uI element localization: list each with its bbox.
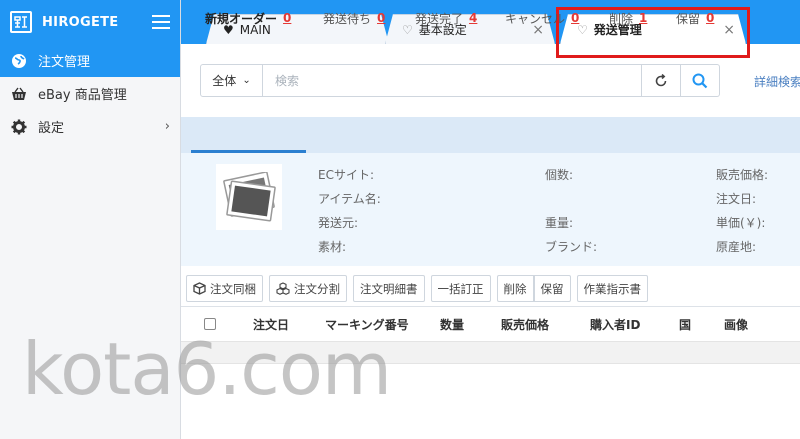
status-tab-label: 削除 bbox=[609, 11, 634, 26]
status-tab-deleted[interactable]: 削除 1 bbox=[609, 0, 647, 36]
delete-button[interactable]: 削除 bbox=[496, 275, 534, 302]
close-icon[interactable]: × bbox=[723, 22, 735, 38]
field-origin: 原産地: bbox=[716, 240, 757, 254]
status-tab-awaiting-shipment[interactable]: 発送待ち 0 bbox=[323, 0, 385, 36]
field-sale-price: 販売価格: bbox=[716, 168, 769, 182]
status-tab-on-hold[interactable]: 保留 0 bbox=[676, 0, 714, 36]
field-ship-from: 発送元: bbox=[318, 216, 359, 230]
chevron-down-icon: ⌄ bbox=[242, 75, 251, 86]
status-tab-count: 1 bbox=[639, 11, 648, 25]
search-scope-value: 全体 bbox=[212, 74, 237, 88]
col-country[interactable]: 国 bbox=[679, 307, 691, 341]
sidebar-item-label: 設定 bbox=[38, 121, 65, 136]
col-image[interactable]: 画像 bbox=[724, 307, 748, 341]
order-statement-button[interactable]: 注文明細書 bbox=[353, 275, 425, 302]
bulk-edit-button[interactable]: 一括訂正 bbox=[430, 275, 491, 302]
refresh-icon bbox=[655, 73, 667, 86]
brand-header: HIROGETE bbox=[0, 0, 180, 44]
status-tab-label: 発送完了 bbox=[415, 11, 464, 26]
basket-icon bbox=[10, 85, 28, 103]
status-tab-count: 0 bbox=[283, 11, 292, 25]
action-toolbar: 注文同梱 注文分割 注文明細書 一括訂正 削除 保留 作業指示書 bbox=[186, 275, 648, 302]
button-label: 注文明細書 bbox=[360, 281, 418, 296]
sidebar-item-settings[interactable]: 設定 › bbox=[0, 110, 180, 143]
tab-shipping-management[interactable]: ♡ 発送管理 × bbox=[560, 14, 746, 44]
button-label: 削除 bbox=[503, 281, 527, 296]
search-button[interactable] bbox=[681, 64, 720, 97]
status-tab-label: 保留 bbox=[676, 11, 701, 26]
advanced-search-link[interactable]: 詳細検索 bbox=[754, 73, 800, 90]
status-tab-count: 0 bbox=[377, 11, 386, 25]
sidebar-item-order-management[interactable]: 注文管理 bbox=[0, 44, 180, 77]
sidebar-item-label: 注文管理 bbox=[38, 55, 91, 70]
status-tab-count: 0 bbox=[571, 11, 580, 25]
status-tab-new-orders[interactable]: 新規オーダー 0 bbox=[205, 0, 291, 36]
status-tab-cancelled[interactable]: キャンセル 0 bbox=[505, 0, 579, 36]
status-tabs bbox=[181, 117, 800, 153]
status-tab-shipped[interactable]: 発送完了 4 bbox=[415, 0, 477, 36]
field-ec-site: ECサイト: bbox=[318, 168, 375, 182]
button-label: 作業指示書 bbox=[583, 281, 642, 296]
sidebar-item-label: eBay 商品管理 bbox=[38, 88, 127, 103]
field-brand: ブランド: bbox=[545, 240, 598, 254]
photo-icon bbox=[223, 172, 276, 222]
button-label: 注文同梱 bbox=[210, 281, 256, 296]
watermark: kota6.com bbox=[22, 327, 392, 411]
search-icon bbox=[692, 73, 708, 88]
col-buyer-id[interactable]: 購入者ID bbox=[590, 307, 640, 341]
chevron-right-icon: › bbox=[164, 119, 170, 134]
status-tab-label: 発送待ち bbox=[323, 11, 372, 26]
globe-icon bbox=[10, 52, 28, 70]
menu-toggle-icon[interactable] bbox=[152, 15, 170, 29]
reset-button[interactable] bbox=[642, 64, 681, 97]
app-logo bbox=[10, 11, 32, 33]
search-scope-dropdown[interactable]: 全体 ⌄ bbox=[200, 64, 263, 97]
boxes-icon bbox=[276, 282, 290, 295]
field-weight: 重量: bbox=[545, 216, 574, 230]
field-material: 素材: bbox=[318, 240, 347, 254]
button-label: 保留 bbox=[540, 281, 564, 296]
status-tab-label: キャンセル bbox=[505, 11, 566, 26]
search-input[interactable] bbox=[263, 64, 642, 97]
status-tab-label: 新規オーダー bbox=[205, 11, 278, 26]
merge-orders-button[interactable]: 注文同梱 bbox=[186, 275, 263, 302]
product-image-placeholder bbox=[216, 164, 282, 230]
box-icon bbox=[193, 282, 206, 295]
hold-button[interactable]: 保留 bbox=[533, 275, 571, 302]
split-order-button[interactable]: 注文分割 bbox=[269, 275, 347, 302]
field-item-name: アイテム名: bbox=[318, 192, 381, 206]
search-bar: 全体 ⌄ bbox=[200, 64, 720, 97]
status-tab-count: 0 bbox=[706, 11, 715, 25]
gear-icon bbox=[10, 118, 28, 136]
status-tab-count: 4 bbox=[469, 11, 478, 25]
heart-outline-icon: ♡ bbox=[402, 22, 413, 37]
field-order-date: 注文日: bbox=[716, 192, 757, 206]
sidebar-item-ebay-products[interactable]: eBay 商品管理 bbox=[0, 77, 180, 110]
field-unit-price: 単価(￥): bbox=[716, 216, 766, 230]
button-label: 一括訂正 bbox=[437, 281, 484, 296]
work-instructions-button[interactable]: 作業指示書 bbox=[576, 275, 648, 302]
app-name: HIROGETE bbox=[42, 14, 119, 30]
field-quantity: 個数: bbox=[545, 168, 574, 182]
button-label: 注文分割 bbox=[294, 281, 340, 296]
col-quantity[interactable]: 数量 bbox=[440, 307, 464, 341]
col-sale-price[interactable]: 販売価格 bbox=[501, 307, 549, 341]
